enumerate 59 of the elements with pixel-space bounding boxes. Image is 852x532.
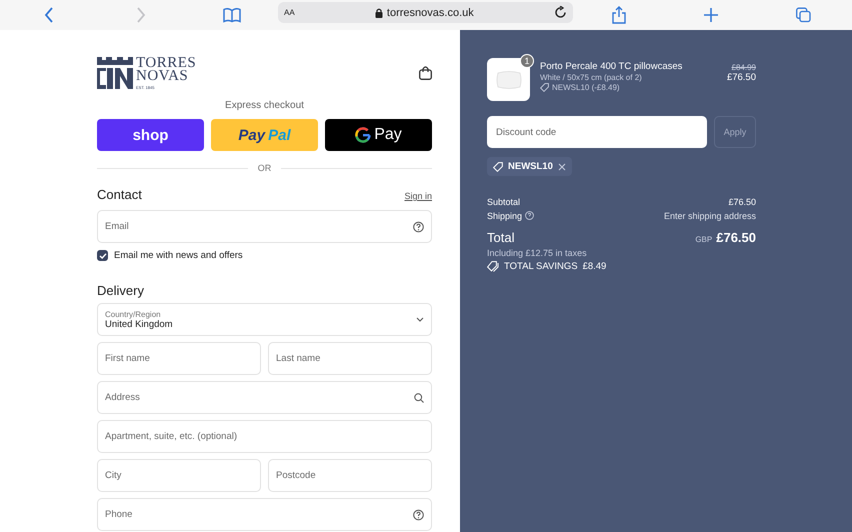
item-price: £76.50 xyxy=(726,72,756,83)
product-variant: White / 50x75 cm (pack of 2) xyxy=(540,73,643,82)
newsletter-checkbox[interactable] xyxy=(97,250,108,261)
chevron-down-icon xyxy=(416,317,424,322)
country-select[interactable]: Country/Region United Kingdom xyxy=(97,303,432,336)
url-text[interactable]: torresnovas.co.uk xyxy=(386,6,474,18)
input-field[interactable]: First name xyxy=(97,342,261,375)
original-price: £84.99 xyxy=(732,63,756,72)
gpay-pay-button[interactable]: Pay xyxy=(325,119,432,151)
input-field[interactable]: Postcode xyxy=(268,459,432,492)
newsletter-label: Email me with news and offers xyxy=(114,250,243,261)
plus-icon[interactable] xyxy=(704,8,718,22)
input-field[interactable]: Phone xyxy=(97,498,432,531)
input-field[interactable]: Apartment, suite, etc. (optional) xyxy=(97,420,432,453)
summary-value: £76.50 xyxy=(728,196,756,206)
search-icon xyxy=(414,392,424,402)
back-icon[interactable] xyxy=(44,7,54,23)
or-divider-text: OR xyxy=(258,163,272,173)
tax-note: Including £12.75 in taxes xyxy=(487,248,588,258)
total-label: Total xyxy=(487,230,514,244)
help-icon[interactable] xyxy=(413,509,424,520)
input-field[interactable]: City xyxy=(97,459,261,492)
quantity-badge: 1 xyxy=(520,54,534,68)
sign-in-link[interactable]: Sign in xyxy=(404,191,432,201)
help-icon[interactable] xyxy=(413,221,424,232)
summary-label: Shipping xyxy=(487,210,522,220)
share-icon[interactable] xyxy=(612,6,626,24)
tags-icon xyxy=(487,260,499,272)
email-field[interactable]: Email xyxy=(97,210,432,243)
g-logo-icon xyxy=(355,127,372,143)
currency-code: GBP xyxy=(695,234,712,244)
total-savings-label: TOTAL SAVINGS xyxy=(504,260,578,272)
contact-heading: Contact xyxy=(97,187,142,202)
tag-icon xyxy=(493,162,503,172)
product-discount: NEWSL10 (-£8.49) xyxy=(552,83,620,92)
text-size-button[interactable]: AA xyxy=(284,8,295,17)
book-icon[interactable] xyxy=(223,8,241,22)
discount-code-text: NEWSL10 xyxy=(508,161,553,172)
tag-icon xyxy=(540,83,549,92)
input-field[interactable]: Address xyxy=(97,381,432,414)
logo-wordmark: TORRES xyxy=(136,56,196,70)
input-field[interactable]: Last name xyxy=(268,342,432,375)
paypal-pay-button[interactable]: Pay Pal xyxy=(211,119,318,151)
delivery-heading: Delivery xyxy=(97,283,144,298)
summary-value: Enter shipping address xyxy=(664,210,756,220)
reload-icon[interactable] xyxy=(554,6,567,19)
product-name: Porto Percale 400 TC pillowcases xyxy=(540,61,684,72)
shop-pay-button[interactable]: shop xyxy=(97,119,204,151)
close-icon[interactable] xyxy=(558,162,566,170)
total-amount: £76.50 xyxy=(716,230,756,244)
logo-wordmark: NOVAS xyxy=(136,70,190,84)
summary-label: Subtotal xyxy=(487,196,520,206)
shopping-bag-icon[interactable] xyxy=(419,66,432,80)
total-savings-amount: £8.49 xyxy=(582,260,606,272)
pillow-icon xyxy=(496,70,522,90)
lock-icon xyxy=(374,8,383,18)
express-checkout-label: Express checkout xyxy=(224,100,305,111)
castle-monogram-icon xyxy=(97,56,133,89)
tabs-icon[interactable] xyxy=(796,8,811,22)
